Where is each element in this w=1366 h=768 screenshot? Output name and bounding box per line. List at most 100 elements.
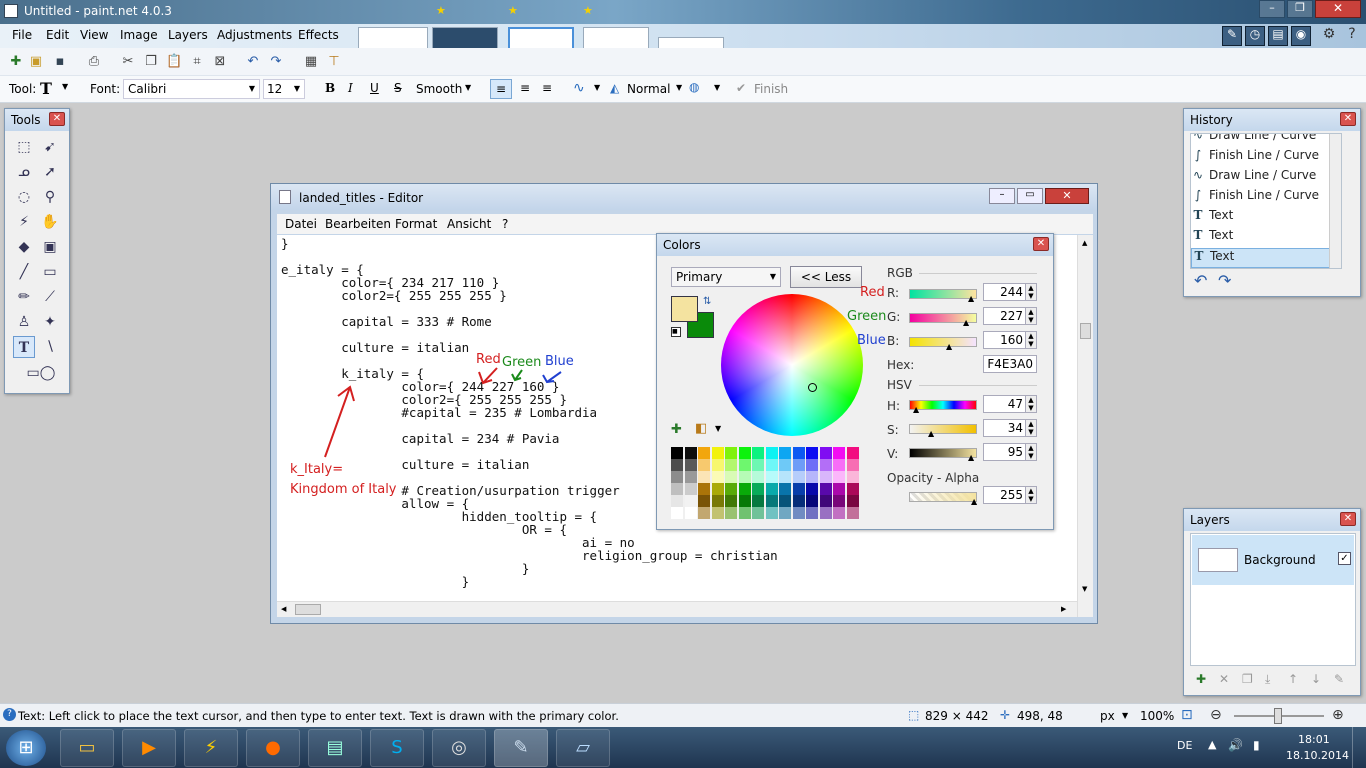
palette-swatch[interactable]: [846, 459, 859, 471]
palette-swatch[interactable]: [752, 459, 764, 471]
palette-swatch[interactable]: [738, 495, 751, 507]
palette-swatch[interactable]: [846, 507, 859, 519]
h-input[interactable]: 47: [983, 395, 1027, 413]
palette-swatch[interactable]: [738, 447, 751, 459]
reset-colors-icon[interactable]: ■: [671, 327, 681, 337]
slider-thumb-icon[interactable]: ▲: [913, 405, 919, 414]
palette-swatch[interactable]: [711, 459, 724, 471]
slider-thumb-icon[interactable]: ▲: [963, 318, 969, 327]
zoom-out-icon[interactable]: ⊖: [1210, 707, 1222, 723]
palette-swatch[interactable]: [833, 495, 845, 507]
hex-input[interactable]: F4E3A0: [983, 355, 1037, 373]
palette-swatch[interactable]: [792, 459, 805, 471]
palette-swatch[interactable]: [846, 447, 859, 459]
palette-swatch[interactable]: [833, 459, 845, 471]
palette-swatch[interactable]: [698, 447, 710, 459]
palette-swatch[interactable]: [833, 483, 845, 495]
steam-taskbar-icon[interactable]: ◎: [432, 729, 486, 767]
palette-swatch[interactable]: [684, 495, 697, 507]
slider-thumb-icon[interactable]: ▲: [971, 497, 977, 506]
s-slider[interactable]: [909, 424, 977, 434]
close-icon[interactable]: ✕: [1033, 237, 1049, 251]
palette-swatch[interactable]: [779, 471, 791, 483]
explorer-taskbar-icon[interactable]: ▭: [60, 729, 114, 767]
palette-swatch[interactable]: [765, 471, 778, 483]
palette-swatch[interactable]: [684, 459, 697, 471]
palette-swatch[interactable]: [806, 483, 818, 495]
palette-swatch[interactable]: [765, 459, 778, 471]
palette-swatch[interactable]: [711, 471, 724, 483]
notepad-taskbar-icon[interactable]: ▱: [556, 729, 610, 767]
palette-swatch[interactable]: [752, 507, 764, 519]
h-spinner[interactable]: ▲ ▼: [1025, 395, 1037, 413]
color-wheel-cursor[interactable]: [808, 383, 817, 392]
palette-swatch[interactable]: [738, 471, 751, 483]
palette-swatch[interactable]: [671, 447, 683, 459]
palette-swatch[interactable]: [725, 483, 737, 495]
palette-swatch[interactable]: [725, 459, 737, 471]
palette-swatch[interactable]: [819, 507, 832, 519]
v-spinner[interactable]: ▲ ▼: [1025, 443, 1037, 461]
palette-swatch[interactable]: [684, 471, 697, 483]
r-spinner[interactable]: ▲ ▼: [1025, 283, 1037, 301]
palette-swatch[interactable]: [779, 459, 791, 471]
palette-swatch[interactable]: [752, 447, 764, 459]
palette-swatch[interactable]: [833, 447, 845, 459]
palette-swatch[interactable]: [833, 507, 845, 519]
palette-swatch[interactable]: [711, 447, 724, 459]
g-input[interactable]: 227: [983, 307, 1027, 325]
color-palette[interactable]: [671, 447, 863, 519]
clock-time[interactable]: 18:01: [1298, 733, 1330, 746]
palette-swatch[interactable]: [779, 447, 791, 459]
swap-colors-icon[interactable]: ⇅: [703, 296, 711, 307]
palette-swatch[interactable]: [671, 471, 683, 483]
palette-swatch[interactable]: [738, 459, 751, 471]
palette-swatch[interactable]: [819, 495, 832, 507]
palette-swatch[interactable]: [819, 459, 832, 471]
chevron-down-icon[interactable]: ▼: [1122, 711, 1128, 720]
palette-swatch[interactable]: [671, 483, 683, 495]
b-spinner[interactable]: ▲ ▼: [1025, 331, 1037, 349]
palette-swatch[interactable]: [806, 447, 818, 459]
palette-swatch[interactable]: [738, 507, 751, 519]
palette-swatch[interactable]: [765, 507, 778, 519]
palette-swatch[interactable]: [671, 459, 683, 471]
volume-icon[interactable]: 🔊: [1228, 738, 1243, 752]
color-mode-select[interactable]: Primary ▼: [671, 267, 781, 287]
add-to-palette-icon[interactable]: ✚: [671, 422, 682, 437]
alpha-input[interactable]: 255: [983, 486, 1027, 504]
palette-swatch[interactable]: [819, 471, 832, 483]
palette-swatch[interactable]: [792, 483, 805, 495]
palette-swatch[interactable]: [684, 507, 697, 519]
start-button[interactable]: ⊞: [6, 730, 46, 766]
b-slider[interactable]: [909, 337, 977, 347]
winamp-taskbar-icon[interactable]: ⚡: [184, 729, 238, 767]
palette-swatch[interactable]: [765, 495, 778, 507]
alpha-slider[interactable]: [909, 492, 977, 502]
palette-swatch[interactable]: [779, 495, 791, 507]
palette-swatch[interactable]: [792, 447, 805, 459]
primary-color-swatch[interactable]: [671, 296, 698, 322]
slider-thumb-icon[interactable]: ▲: [928, 429, 934, 438]
zoom-to-window-icon[interactable]: ⊡: [1181, 707, 1193, 723]
palette-swatch[interactable]: [725, 447, 737, 459]
palette-swatch[interactable]: [725, 471, 737, 483]
palette-swatch[interactable]: [711, 483, 724, 495]
firefox-taskbar-icon[interactable]: ●: [246, 729, 300, 767]
palette-swatch[interactable]: [684, 483, 697, 495]
palette-swatch[interactable]: [711, 495, 724, 507]
r-slider[interactable]: [909, 289, 977, 299]
slider-thumb-icon[interactable]: ▲: [946, 342, 952, 351]
s-input[interactable]: 34: [983, 419, 1027, 437]
skype-taskbar-icon[interactable]: S: [370, 729, 424, 767]
s-spinner[interactable]: ▲ ▼: [1025, 419, 1037, 437]
palette-swatch[interactable]: [846, 483, 859, 495]
alpha-spinner[interactable]: ▲ ▼: [1025, 486, 1037, 504]
palette-swatch[interactable]: [711, 507, 724, 519]
palette-swatch[interactable]: [671, 507, 683, 519]
clock-date[interactable]: 18.10.2014: [1286, 749, 1349, 762]
less-button[interactable]: << Less: [790, 266, 862, 288]
palette-swatch[interactable]: [806, 471, 818, 483]
b-input[interactable]: 160: [983, 331, 1027, 349]
slider-thumb-icon[interactable]: ▲: [968, 453, 974, 462]
